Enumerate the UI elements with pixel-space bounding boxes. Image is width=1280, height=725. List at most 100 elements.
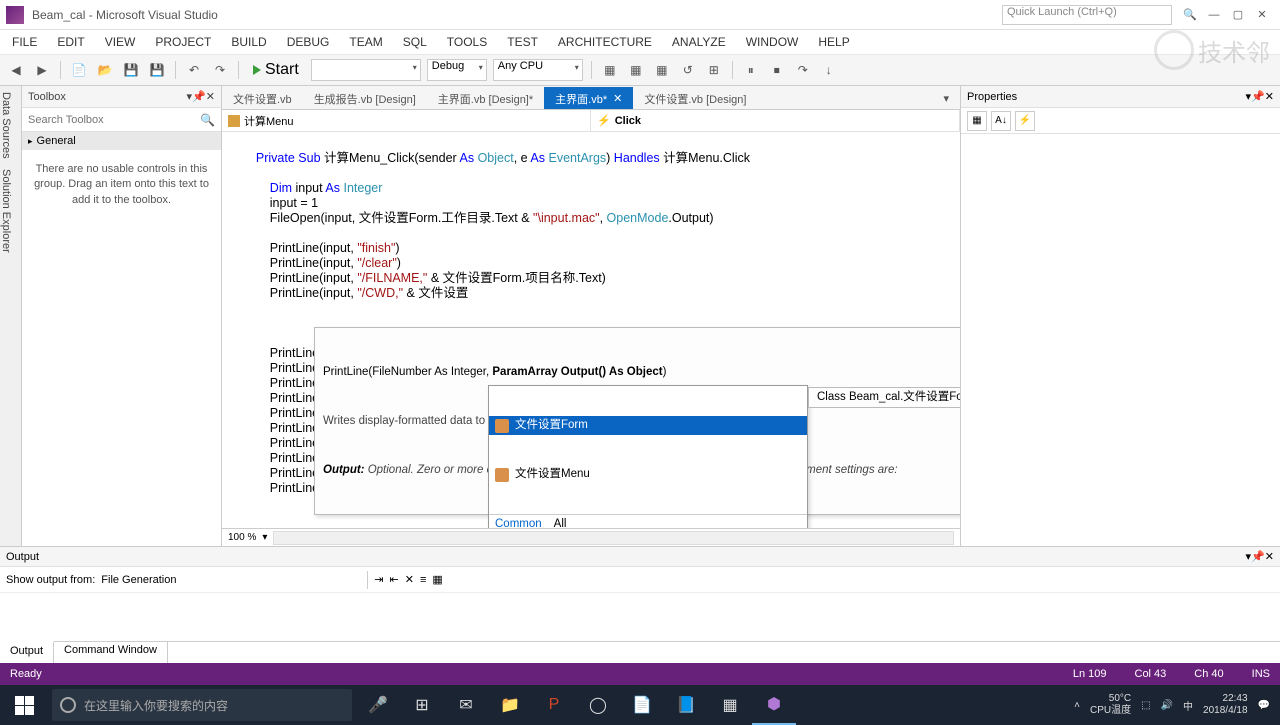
menu-file[interactable]: FILE	[4, 33, 45, 51]
close-icon[interactable]: ✕	[206, 90, 215, 103]
mail-icon[interactable]: ✉	[444, 685, 488, 725]
visual-studio-icon[interactable]: ⬢	[752, 685, 796, 725]
tray-volume-icon[interactable]: 🔊	[1161, 700, 1173, 711]
status-ch: Ch 40	[1194, 668, 1223, 680]
start-button[interactable]: Start	[247, 61, 305, 79]
out-btn-1[interactable]: ⇥	[374, 573, 383, 586]
output-body[interactable]	[0, 593, 1280, 641]
tb-icon-4[interactable]: ↺	[678, 60, 698, 80]
tab-report-design[interactable]: 生成报告.vb [Design]	[303, 87, 427, 109]
maximize-button[interactable]: ▢	[1226, 5, 1250, 25]
search-icon[interactable]: 🔍	[200, 113, 215, 127]
search-icon[interactable]: 🔍	[1178, 5, 1202, 25]
menu-build[interactable]: BUILD	[223, 33, 274, 51]
menu-help[interactable]: HELP	[810, 33, 857, 51]
tb-icon-9[interactable]: ↓	[819, 60, 839, 80]
quick-launch-input[interactable]: Quick Launch (Ctrl+Q)	[1002, 5, 1172, 25]
tb-icon-5[interactable]: ⊞	[704, 60, 724, 80]
filter-common[interactable]: Common	[495, 517, 542, 528]
tab-main-design[interactable]: 主界面.vb [Design]*	[427, 87, 544, 109]
tab-file-settings-vb[interactable]: 文件设置.vb	[222, 87, 303, 109]
left-tab-solution-explorer[interactable]: Solution Explorer	[0, 169, 21, 253]
windows-start-button[interactable]	[0, 685, 48, 725]
tray-notifications-icon[interactable]: 💬	[1258, 700, 1270, 711]
menu-tools[interactable]: TOOLS	[439, 33, 495, 51]
close-icon[interactable]: ✕	[1265, 550, 1274, 563]
pin-icon[interactable]: 📌	[1251, 90, 1265, 103]
minimize-button[interactable]: —	[1202, 5, 1226, 25]
menu-test[interactable]: TEST	[499, 33, 546, 51]
windows-search-input[interactable]: 在这里输入你要搜索的内容	[52, 689, 352, 721]
horizontal-scrollbar[interactable]	[273, 531, 954, 545]
completion-tooltip: Class Beam_cal.文件设置Form	[808, 387, 960, 408]
pin-icon[interactable]: 📌	[1251, 550, 1265, 563]
undo-icon[interactable]: ↶	[184, 60, 204, 80]
zoom-combo[interactable]: 100 %	[228, 532, 256, 543]
prop-categorized-icon[interactable]: ▦	[967, 111, 987, 131]
back-icon[interactable]: ◀	[6, 60, 26, 80]
member-combo-right[interactable]: ⚡Click	[591, 110, 960, 131]
filter-all[interactable]: All	[554, 517, 567, 528]
menu-edit[interactable]: EDIT	[49, 33, 92, 51]
platform-combo[interactable]: Any CPU	[493, 59, 583, 81]
output-tab-output[interactable]: Output	[0, 641, 54, 663]
tab-close-icon[interactable]: ✕	[613, 92, 622, 105]
tb-icon-7[interactable]: ⏹	[767, 60, 787, 80]
tray-up-icon[interactable]: ˄	[1074, 700, 1080, 711]
close-button[interactable]: ✕	[1250, 5, 1274, 25]
completion-item-form[interactable]: 文件设置Form	[489, 416, 807, 435]
menu-analyze[interactable]: ANALYZE	[664, 33, 734, 51]
prop-events-icon[interactable]: ⚡	[1015, 111, 1035, 131]
new-icon[interactable]: 📄	[69, 60, 89, 80]
config-combo[interactable]: Debug	[427, 59, 487, 81]
pin-icon[interactable]: 📌	[192, 90, 206, 103]
tb-icon-8[interactable]: ↷	[793, 60, 813, 80]
prop-alpha-icon[interactable]: A↓	[991, 111, 1011, 131]
taskview-icon[interactable]: ⊞	[400, 685, 444, 725]
menu-team[interactable]: TEAM	[341, 33, 390, 51]
app-icon-2[interactable]: 📄	[620, 685, 664, 725]
close-icon[interactable]: ✕	[1265, 90, 1274, 103]
output-source-combo[interactable]: File Generation	[101, 574, 361, 586]
powerpoint-icon[interactable]: P	[532, 685, 576, 725]
tb-icon-1[interactable]: ▦	[600, 60, 620, 80]
menu-project[interactable]: PROJECT	[147, 33, 219, 51]
tray-time[interactable]: 22:43	[1223, 693, 1248, 705]
redo-icon[interactable]: ↷	[210, 60, 230, 80]
tb-icon-2[interactable]: ▦	[626, 60, 646, 80]
explorer-icon[interactable]: 📁	[488, 685, 532, 725]
out-btn-4[interactable]: ≡	[420, 574, 426, 586]
app-icon-4[interactable]: ▦	[708, 685, 752, 725]
completion-list[interactable]: 文件设置Form 文件设置Menu Common All	[488, 385, 808, 528]
output-tab-command[interactable]: Command Window	[54, 642, 168, 663]
mic-icon[interactable]: 🎤	[356, 685, 400, 725]
fwd-icon[interactable]: ▶	[32, 60, 52, 80]
saveall-icon[interactable]: 💾	[147, 60, 167, 80]
out-btn-3[interactable]: ✕	[405, 573, 414, 586]
menu-view[interactable]: VIEW	[97, 33, 144, 51]
menu-window[interactable]: WINDOW	[738, 33, 807, 51]
tab-main-vb[interactable]: 主界面.vb*✕	[544, 87, 633, 109]
tb-icon-6[interactable]: ⏸	[741, 60, 761, 80]
completion-item-menu[interactable]: 文件设置Menu	[489, 465, 807, 484]
toolbox-search-input[interactable]	[28, 114, 200, 126]
out-btn-2[interactable]: ⇤	[390, 573, 399, 586]
open-icon[interactable]: 📂	[95, 60, 115, 80]
menu-debug[interactable]: DEBUG	[279, 33, 338, 51]
app-icon-1[interactable]: ◯	[576, 685, 620, 725]
menu-architecture[interactable]: ARCHITECTURE	[550, 33, 660, 51]
member-combo-left[interactable]: 计算Menu	[222, 110, 591, 131]
toolbox-group-general[interactable]: ▸General	[22, 132, 221, 150]
left-tab-data-sources[interactable]: Data Sources	[0, 92, 21, 159]
tray-network-icon[interactable]: ⬚	[1141, 700, 1150, 711]
tray-ime-icon[interactable]: 中	[1183, 698, 1193, 713]
start-target-combo[interactable]	[311, 59, 421, 81]
menu-sql[interactable]: SQL	[395, 33, 435, 51]
app-icon-3[interactable]: 📘	[664, 685, 708, 725]
save-icon[interactable]: 💾	[121, 60, 141, 80]
out-btn-5[interactable]: ▦	[432, 573, 442, 586]
tb-icon-3[interactable]: ▦	[652, 60, 672, 80]
code-editor[interactable]: Private Sub 计算Menu_Click(sender As Objec…	[222, 132, 960, 528]
tabs-overflow-icon[interactable]: ▾	[932, 87, 960, 109]
tab-file-settings-design[interactable]: 文件设置.vb [Design]	[633, 87, 757, 109]
